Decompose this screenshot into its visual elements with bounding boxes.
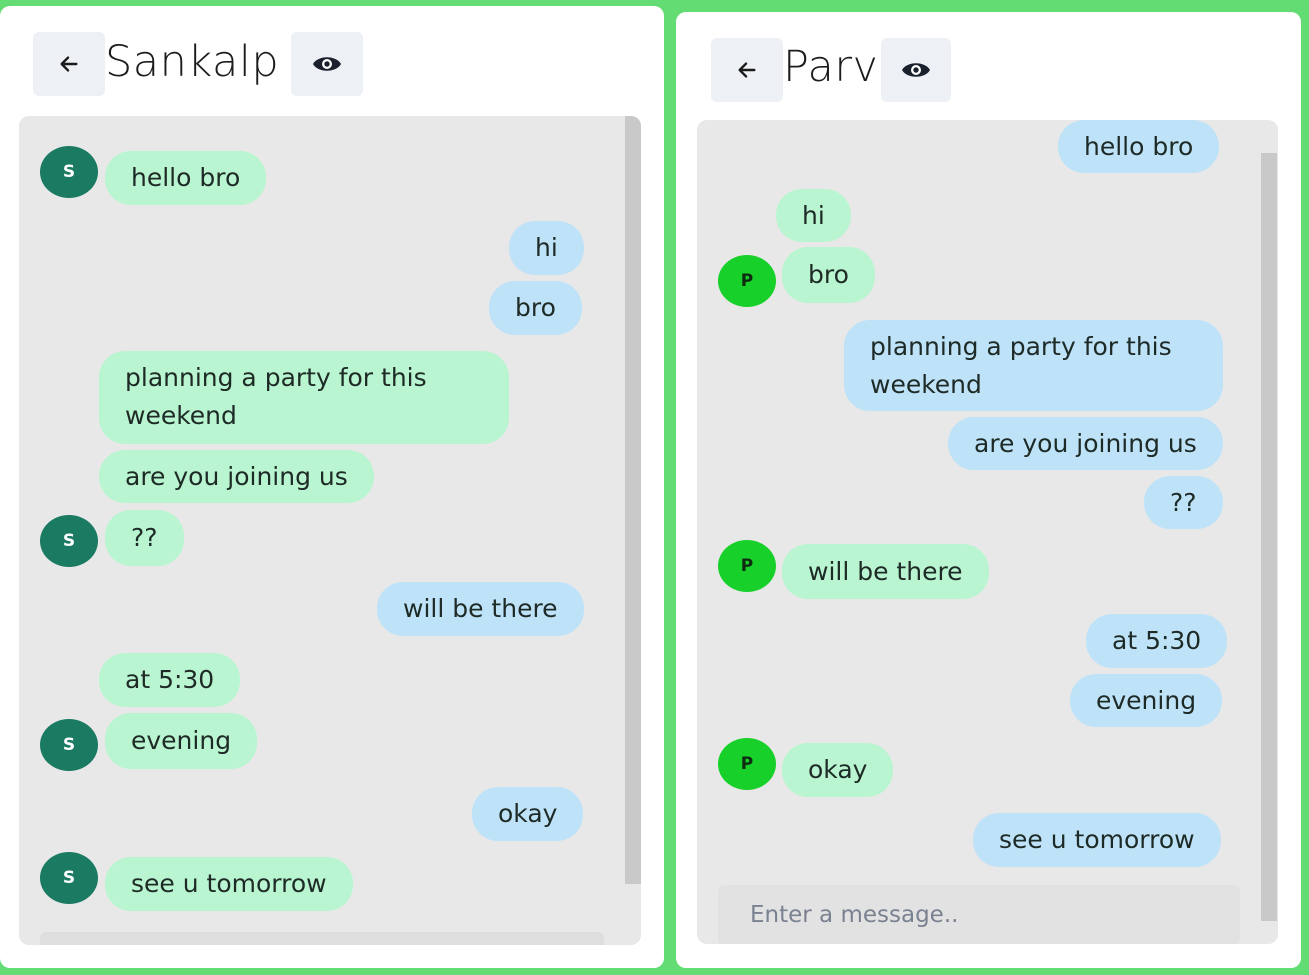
eye-icon: [313, 57, 341, 71]
avatar[interactable]: S: [40, 852, 98, 904]
chat-panel-sankalp: Sankalp S hello bro hi bro planning a pa…: [0, 6, 664, 968]
avatar[interactable]: P: [718, 255, 776, 307]
message-bubble: at 5:30: [1086, 614, 1228, 668]
message-bubble: bro: [782, 247, 875, 303]
message-bubble: bro: [489, 281, 582, 335]
back-button[interactable]: [711, 38, 783, 102]
message-bubble: evening: [1070, 674, 1223, 727]
arrow-left-icon: [738, 62, 756, 78]
message-bubble: see u tomorrow: [105, 857, 353, 911]
eye-icon: [902, 63, 930, 77]
chat-title: Sankalp: [105, 37, 280, 87]
avatar[interactable]: S: [40, 146, 98, 198]
avatar[interactable]: S: [40, 719, 98, 771]
view-profile-button[interactable]: [881, 38, 951, 102]
message-bubble: okay: [472, 787, 584, 841]
message-bubble: see u tomorrow: [973, 813, 1221, 867]
message-bubble: at 5:30: [99, 653, 241, 707]
scrollbar[interactable]: [625, 116, 641, 884]
message-input[interactable]: [718, 885, 1240, 944]
scrollbar[interactable]: [1261, 153, 1277, 921]
chat-title: Parv: [783, 42, 879, 92]
message-bubble: ??: [1144, 476, 1223, 529]
arrow-left-icon: [60, 56, 78, 72]
message-list[interactable]: S hello bro hi bro planning a party for …: [19, 116, 641, 945]
message-bubble: hello bro: [1058, 120, 1220, 173]
chat-panel-parv: Parv hello bro hi P bro planning a party…: [676, 12, 1301, 968]
avatar[interactable]: P: [718, 738, 776, 790]
back-button[interactable]: [33, 32, 105, 96]
message-bubble: hi: [509, 221, 584, 275]
message-list[interactable]: hello bro hi P bro planning a party for …: [697, 120, 1278, 944]
message-bubble: evening: [105, 713, 258, 769]
avatar[interactable]: P: [718, 540, 776, 592]
message-bubble: are you joining us: [948, 417, 1223, 470]
message-bubble: will be there: [377, 582, 584, 636]
message-bubble: okay: [782, 743, 894, 797]
message-bubble: hi: [776, 189, 851, 242]
message-bubble: ??: [105, 510, 184, 566]
message-input[interactable]: [40, 932, 604, 945]
view-profile-button[interactable]: [291, 32, 363, 96]
message-bubble: planning a party for this weekend: [99, 351, 509, 444]
message-bubble: will be there: [782, 544, 989, 599]
avatar[interactable]: S: [40, 515, 98, 567]
message-bubble: hello bro: [105, 151, 267, 205]
message-bubble: are you joining us: [99, 450, 374, 503]
message-bubble: planning a party for this weekend: [844, 320, 1223, 411]
